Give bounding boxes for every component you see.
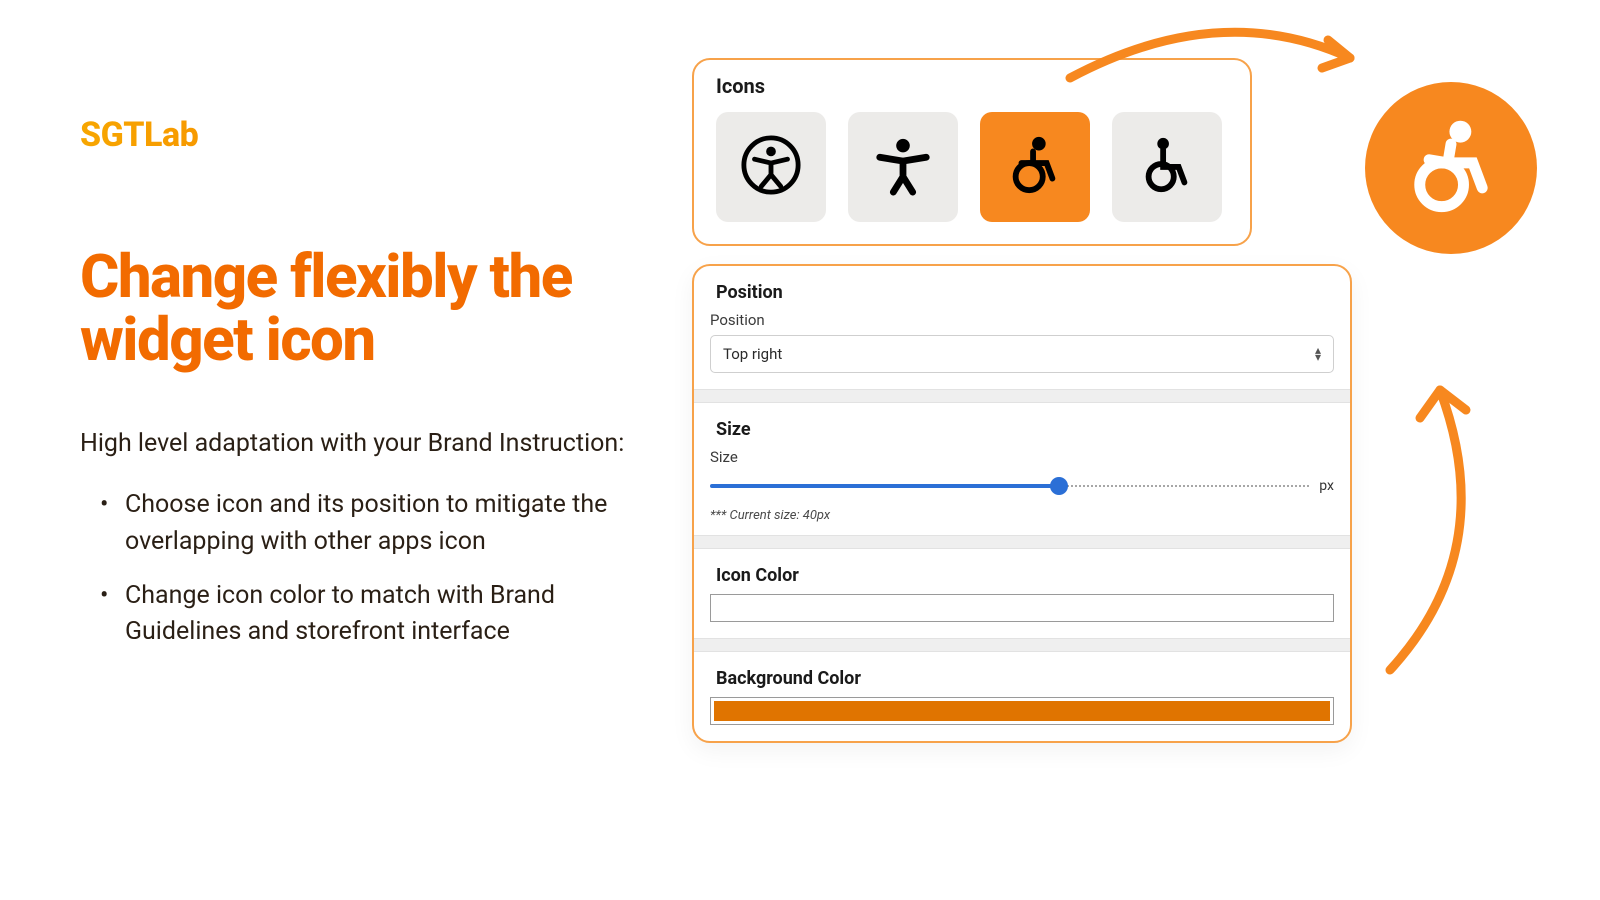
- page-headline: Change flexibly the widget icon: [80, 245, 640, 371]
- bg-color-input[interactable]: [710, 697, 1334, 725]
- icon-option-accessibility-figure[interactable]: [848, 112, 958, 222]
- settings-panel: Position Position Top right ▴▾ Size Size…: [692, 264, 1352, 743]
- position-section-title: Position: [694, 266, 1350, 311]
- bullet-item: Choose icon and its position to mitigate…: [125, 487, 640, 560]
- slider-thumb[interactable]: [1050, 477, 1068, 495]
- icon-color-section-title: Icon Color: [694, 549, 1350, 594]
- arrow-side-icon: [1370, 370, 1500, 680]
- wheelchair-icon: [1136, 134, 1198, 200]
- bg-color-section-title: Background Color: [694, 652, 1350, 697]
- bg-color-swatch: [714, 701, 1330, 721]
- lead-text: High level adaptation with your Brand In…: [80, 426, 640, 462]
- divider: [694, 638, 1350, 652]
- accessibility-figure-icon: [872, 134, 934, 200]
- brand-logo: SGTLab: [80, 115, 640, 155]
- divider: [694, 535, 1350, 549]
- size-slider[interactable]: [710, 482, 1311, 490]
- icon-options-row: [716, 112, 1228, 222]
- feature-bullets: Choose icon and its position to mitigate…: [80, 487, 640, 650]
- size-hint: *** Current size: 40px: [710, 508, 1334, 523]
- wheelchair-active-icon: [1401, 116, 1501, 220]
- arrow-top-icon: [1060, 18, 1380, 98]
- accessibility-circle-icon: [740, 134, 802, 200]
- icon-option-wheelchair[interactable]: [1112, 112, 1222, 222]
- wheelchair-active-icon: [1004, 134, 1066, 200]
- size-field-label: Size: [710, 448, 1334, 472]
- icon-option-wheelchair-active[interactable]: [980, 112, 1090, 222]
- icon-option-accessibility-circle[interactable]: [716, 112, 826, 222]
- size-section-title: Size: [694, 403, 1350, 448]
- divider: [694, 389, 1350, 403]
- position-field-label: Position: [694, 311, 1350, 335]
- icon-color-input[interactable]: [710, 594, 1334, 622]
- position-select[interactable]: Top right ▴▾: [710, 335, 1334, 373]
- icon-color-swatch: [714, 598, 1330, 618]
- widget-preview-badge: [1365, 82, 1537, 254]
- bullet-item: Change icon color to match with Brand Gu…: [125, 578, 640, 651]
- size-unit-label: px: [1319, 478, 1334, 494]
- position-select-value: Top right: [723, 345, 782, 363]
- select-caret-icon: ▴▾: [1315, 347, 1321, 361]
- slider-fill: [710, 484, 1059, 488]
